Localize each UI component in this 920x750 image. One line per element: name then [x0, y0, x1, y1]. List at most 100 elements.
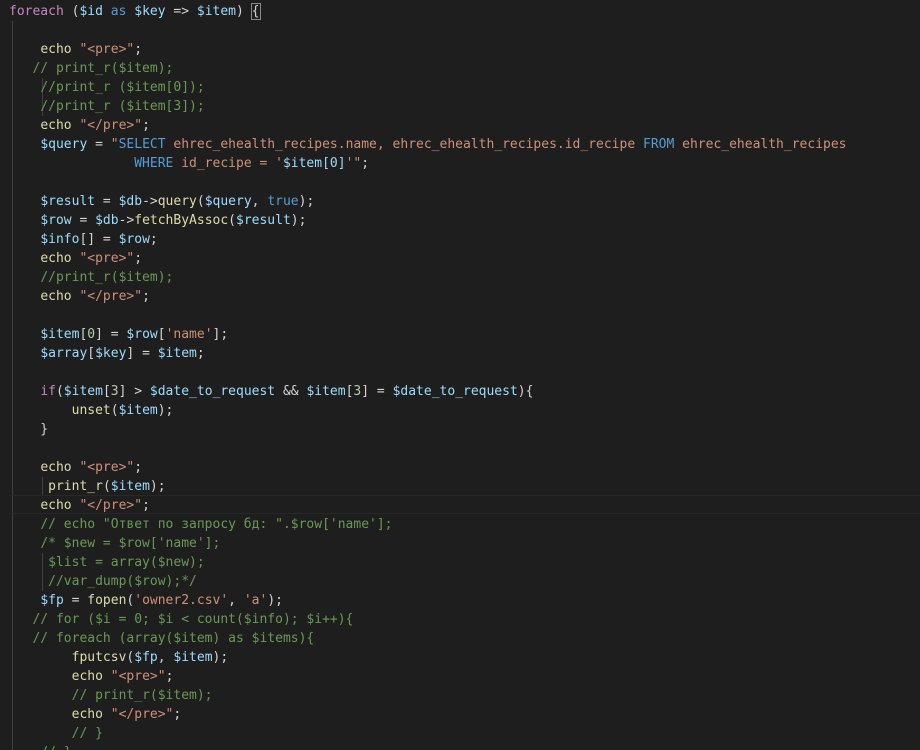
code-token: $row [40, 213, 72, 228]
code-token: = [63, 593, 88, 608]
code-token: fetchByAssoc [134, 213, 229, 228]
code-editor[interactable]: foreach ($id as $key => $item) { echo "<… [0, 0, 920, 750]
code-token: echo [71, 707, 103, 722]
code-token: 'owner2.csv' [134, 593, 229, 608]
code-token: ; [196, 346, 205, 361]
code-token: $date_to_request [392, 384, 518, 399]
code-token: -> [118, 213, 135, 228]
code-line: $info[] = $row; [9, 230, 158, 249]
code-token: => [165, 4, 197, 19]
code-token: "</pre>" [110, 707, 174, 722]
code-token: '" [345, 156, 362, 171]
code-token: echo [40, 118, 72, 133]
code-line: echo "</pre>"; [9, 705, 182, 724]
code-token: "</pre>" [79, 498, 143, 513]
code-token: $item [306, 384, 346, 399]
code-token: print_r [48, 479, 103, 494]
code-token: //print_r ($item[3]); [40, 99, 205, 114]
code-token: $key [95, 346, 127, 361]
code-token: ( [196, 194, 205, 209]
code-token: $query [204, 194, 252, 209]
code-token: , [157, 650, 174, 665]
code-token: $item [63, 384, 103, 399]
code-line: $list = array($new); [9, 553, 205, 572]
code-token: $id [79, 4, 103, 19]
code-token: $list = array($new); [48, 555, 205, 570]
code-token: ; [149, 232, 158, 247]
code-token: -> [142, 194, 158, 209]
code-line: // print_r($item); [9, 686, 213, 705]
code-line: unset($item); [9, 401, 174, 420]
code-token: as [102, 4, 135, 19]
code-token: ); [267, 593, 283, 608]
code-token: ehrec_ehealth_recipes.name, ehrec_ehealt… [165, 137, 643, 152]
code-line: WHERE id_recipe = '$item[0]'"; [9, 154, 369, 173]
code-token: echo [40, 460, 72, 475]
code-token: // print_r($item); [71, 688, 213, 703]
code-token: fputcsv [71, 650, 127, 665]
code-token: echo [71, 669, 103, 684]
code-token: echo [40, 42, 72, 57]
code-token: [ [87, 346, 96, 361]
code-line: //print_r ($item[3]); [9, 97, 205, 116]
code-token: $row [126, 327, 158, 342]
code-token: ehrec_ehealth_recipes [674, 137, 847, 152]
code-token: $result [236, 213, 291, 228]
code-line: // } [9, 743, 71, 750]
code-line: //var_dump($row);*/ [9, 572, 197, 591]
code-token: ( [102, 479, 111, 494]
code-line: foreach ($id as $key => $item) { [9, 2, 261, 21]
code-line: echo "<pre>"; [9, 249, 142, 268]
code-token: = [71, 213, 96, 228]
code-token: FROM [643, 137, 675, 152]
code-token: $date_to_request [149, 384, 276, 399]
code-line: echo "<pre>"; [9, 667, 174, 686]
code-line: // echo "Ответ по запросу бд: ".$row['na… [9, 515, 392, 534]
code-token: ); [149, 479, 166, 494]
code-line: echo "</pre>"; [9, 116, 150, 135]
code-token: $fp [40, 593, 64, 608]
code-token: // for ($i = 0; $i < count($info); $i++)… [32, 612, 354, 627]
code-token: $row [118, 232, 150, 247]
code-token: ; [165, 669, 174, 684]
code-token: ; [361, 156, 370, 171]
code-line: } [9, 420, 48, 439]
code-line: $result = $db->query($query, true); [9, 192, 314, 211]
code-token: ( [55, 384, 64, 399]
code-token: $item [40, 327, 80, 342]
code-token: ; [142, 118, 150, 133]
code-token: echo [40, 498, 72, 513]
code-token: $item [196, 4, 237, 19]
code-token: ) [236, 4, 252, 19]
code-token: SELECT [118, 137, 166, 152]
code-line: if($item[3] > $date_to_request && $item[… [9, 382, 533, 401]
code-token: ( [228, 213, 236, 228]
code-token: "<pre>" [110, 669, 166, 684]
code-token: ] > [118, 384, 150, 399]
code-token: foreach [9, 4, 64, 19]
code-token: [ [102, 384, 111, 399]
code-token: ); [157, 403, 174, 418]
code-token: echo [40, 289, 72, 304]
code-token: "<pre>" [79, 460, 135, 475]
code-token: , [228, 593, 244, 608]
code-line: // for ($i = 0; $i < count($info); $i++)… [9, 610, 353, 629]
code-token: ]; [212, 327, 229, 342]
